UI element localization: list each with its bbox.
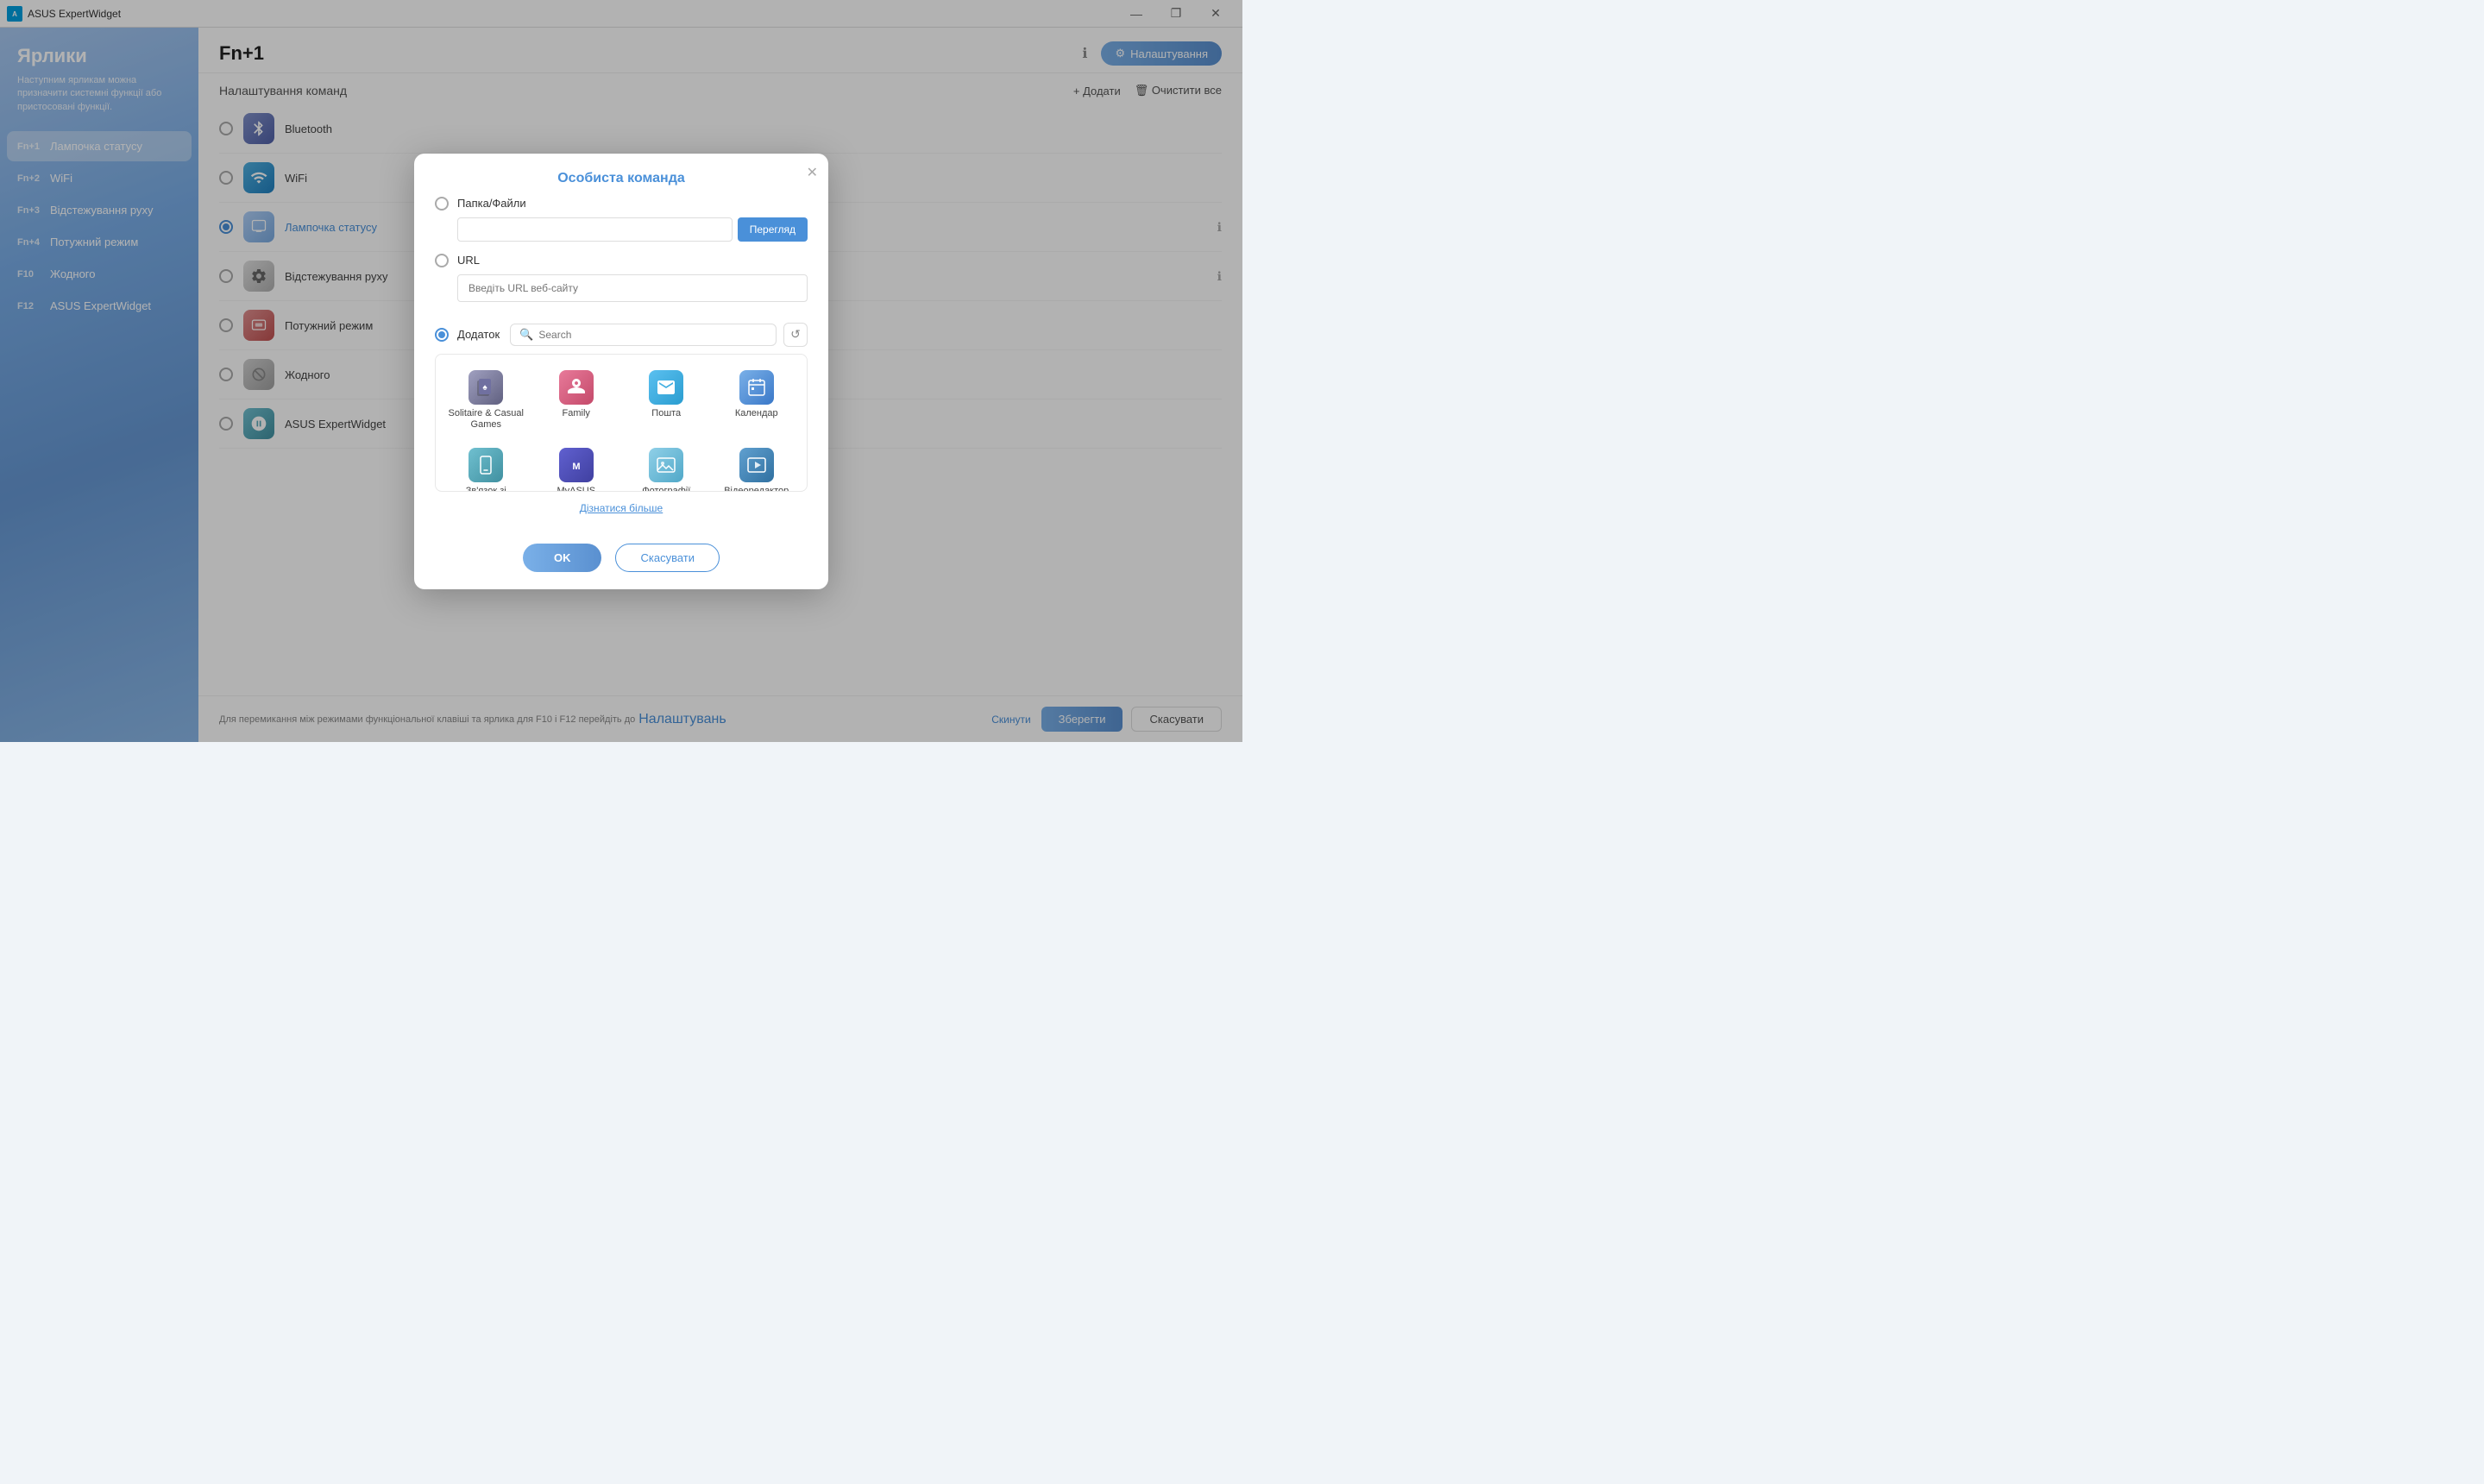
app-icon-myasus: M: [559, 448, 594, 482]
app-name-photos: Фотографії: [642, 486, 690, 492]
dialog-title: Особиста команда: [557, 171, 685, 186]
app-name-family: Family: [563, 408, 590, 419]
app-icon-solitaire: ♠: [469, 370, 503, 405]
svg-text:♠: ♠: [483, 383, 488, 393]
app-name-myasus: MyASUS: [557, 486, 595, 492]
search-input[interactable]: [538, 329, 767, 341]
app-item-photos[interactable]: Фотографії: [623, 439, 710, 492]
search-icon: 🔍: [519, 328, 533, 342]
app-name-calendar: Календар: [735, 408, 778, 419]
file-input-row: Перегляд: [457, 217, 808, 242]
apps-grid-container: ♠ Solitaire & Casual Games Family: [435, 354, 808, 492]
app-icon-photos: [649, 448, 683, 482]
radio-url[interactable]: [435, 254, 449, 267]
browse-button[interactable]: Перегляд: [738, 217, 808, 242]
refresh-button[interactable]: ↺: [783, 323, 808, 347]
dialog-cancel-button[interactable]: Скасувати: [615, 544, 720, 572]
file-path-input[interactable]: [457, 217, 733, 242]
dialog-footer: OK Скасувати: [414, 535, 828, 589]
app-item-mail[interactable]: Пошта: [623, 362, 710, 436]
app-icon-mail: [649, 370, 683, 405]
app-item-family[interactable]: Family: [533, 362, 620, 436]
option-folder-label: Папка/Файли: [457, 197, 526, 210]
option-url-label: URL: [457, 254, 480, 267]
search-input-wrap: 🔍: [510, 324, 777, 346]
app-icon-family: [559, 370, 594, 405]
app-icon-link: [469, 448, 503, 482]
url-input-wrap: [457, 274, 808, 312]
url-input[interactable]: [457, 274, 808, 302]
app-item-solitaire[interactable]: ♠ Solitaire & Casual Games: [443, 362, 530, 436]
dialog-header: Особиста команда ✕: [414, 154, 828, 197]
app-name-mail: Пошта: [651, 408, 681, 419]
learn-more-row: Дізнатися більше: [435, 500, 808, 516]
dialog-overlay: Особиста команда ✕ Папка/Файли Перегляд …: [0, 0, 1242, 742]
dialog: Особиста команда ✕ Папка/Файли Перегляд …: [414, 154, 828, 589]
app-icon-calendar: [739, 370, 774, 405]
option-app-row: Додаток: [435, 328, 500, 342]
learn-more-link[interactable]: Дізнатися більше: [580, 502, 663, 514]
svg-text:M: M: [572, 462, 580, 472]
app-item-calendar[interactable]: Календар: [714, 362, 801, 436]
apps-grid: ♠ Solitaire & Casual Games Family: [443, 362, 800, 492]
app-icon-video: [739, 448, 774, 482]
app-section-header: Додаток 🔍 ↺: [435, 323, 808, 347]
option-folder-row: Папка/Файли: [435, 197, 808, 211]
app-item-link[interactable]: Зв'язок зі смартфоном: [443, 439, 530, 492]
app-search-row: 🔍 ↺: [510, 323, 808, 347]
app-name-link: Зв'язок зі смартфоном: [446, 486, 526, 492]
dialog-close-button[interactable]: ✕: [807, 164, 818, 181]
app-item-myasus[interactable]: M MyASUS: [533, 439, 620, 492]
app-name-video: Відеоредактор: [724, 486, 789, 492]
radio-folder[interactable]: [435, 197, 449, 211]
app-item-video[interactable]: Відеоредактор: [714, 439, 801, 492]
dialog-body: Папка/Файли Перегляд URL Додаток: [414, 197, 828, 535]
option-url-row: URL: [435, 254, 808, 267]
option-app-label: Додаток: [457, 328, 500, 341]
dialog-ok-button[interactable]: OK: [523, 544, 602, 572]
app-name-solitaire: Solitaire & Casual Games: [446, 408, 526, 431]
radio-app[interactable]: [435, 328, 449, 342]
